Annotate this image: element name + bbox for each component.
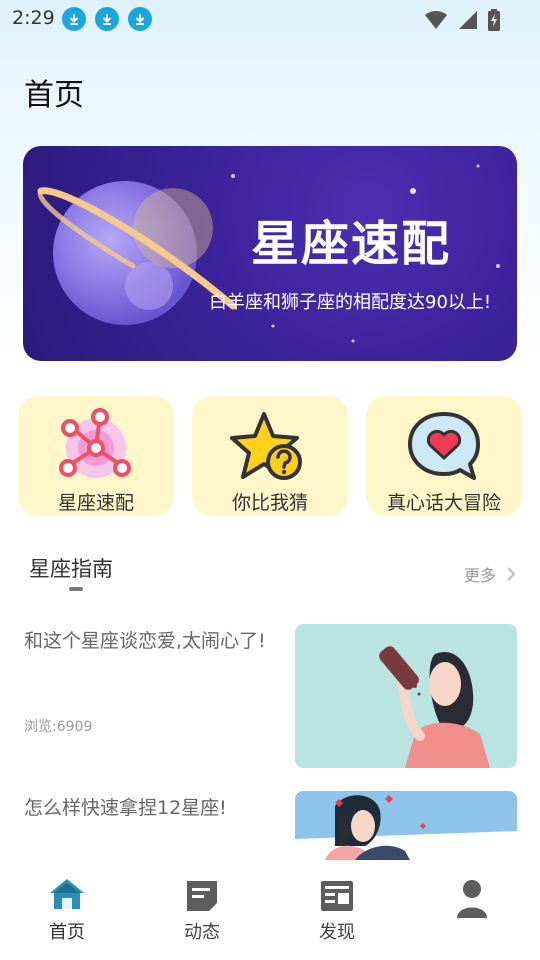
nav-label: 首页 xyxy=(49,922,85,943)
bottom-nav: 首页 动态 发现 xyxy=(0,860,540,960)
feature-card-guess[interactable]: 你比我猜 xyxy=(192,396,348,516)
signal-icon xyxy=(459,11,477,29)
banner-subtitle: 白羊座和狮子座的相配度达90以上! xyxy=(209,292,492,313)
nav-item-feed[interactable]: 动态 xyxy=(157,860,247,960)
feature-cards: 星座速配 你比我猜 真心话大冒险 xyxy=(18,396,522,516)
feature-label: 真心话大冒险 xyxy=(386,492,501,514)
feature-label: 你比我猜 xyxy=(231,492,308,514)
page-title: 首页 xyxy=(24,78,84,113)
feed-icon xyxy=(187,881,217,911)
article-views: 浏览:6909 xyxy=(24,719,93,735)
nav-item-discover[interactable]: 发现 xyxy=(292,860,382,960)
article-title: 怎么样快速拿捏12星座! xyxy=(24,797,227,819)
more-link[interactable]: 更多 xyxy=(464,562,516,586)
more-label: 更多 xyxy=(463,566,496,585)
nav-label: 发现 xyxy=(319,922,355,943)
banner-title: 星座速配 xyxy=(251,216,452,272)
article-title: 和这个星座谈恋爱,太闹心了! xyxy=(24,630,266,652)
article-thumbnail xyxy=(295,624,517,768)
feature-card-constellation-match[interactable]: 星座速配 xyxy=(18,396,174,516)
nav-label: 动态 xyxy=(184,922,220,943)
nav-item-profile[interactable] xyxy=(427,860,517,960)
wifi-icon xyxy=(425,10,447,29)
chevron-right-icon xyxy=(507,567,516,581)
feature-label: 星座速配 xyxy=(57,492,134,514)
article-thumbnail xyxy=(295,791,517,860)
section-title: 星座指南 xyxy=(29,557,113,581)
constellation-network-icon xyxy=(59,408,131,478)
status-right xyxy=(424,9,500,31)
status-bar: 2:29 xyxy=(0,0,540,40)
heart-chat-icon xyxy=(408,412,480,480)
status-time: 2:29 xyxy=(12,7,55,29)
notification-icons xyxy=(62,7,152,31)
feature-card-truth-or-dare[interactable]: 真心话大冒险 xyxy=(366,396,522,516)
battery-icon xyxy=(488,9,500,31)
section-indicator xyxy=(69,587,83,591)
download-icon xyxy=(95,7,119,31)
download-icon xyxy=(62,7,86,31)
download-icon xyxy=(128,7,152,31)
discover-icon xyxy=(321,881,353,911)
banner-constellation-match[interactable]: 星座速配 白羊座和狮子座的相配度达90以上! xyxy=(23,146,517,361)
home-icon xyxy=(50,879,84,909)
profile-icon xyxy=(457,880,487,918)
star-question-icon xyxy=(230,412,302,480)
nav-item-home[interactable]: 首页 xyxy=(22,860,112,960)
